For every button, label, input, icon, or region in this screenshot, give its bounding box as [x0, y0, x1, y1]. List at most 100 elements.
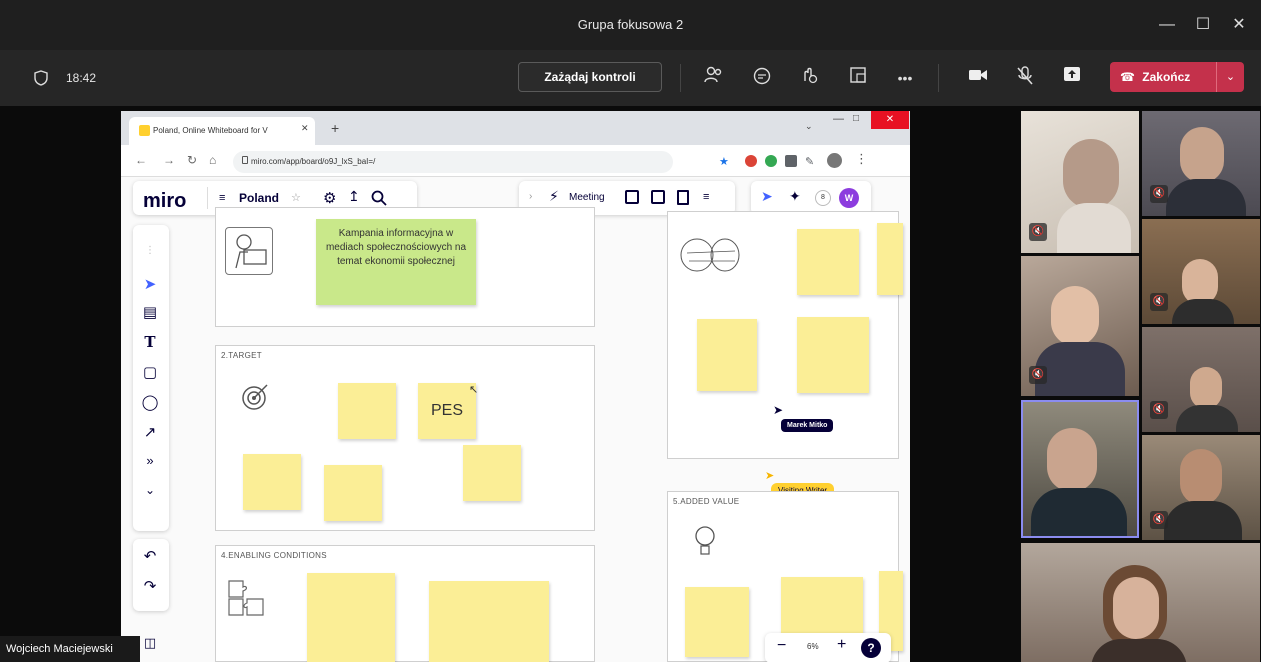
request-control-button[interactable]: Zażądaj kontroli	[518, 62, 662, 92]
home-icon[interactable]: ⌂	[209, 153, 216, 167]
sticky-note[interactable]	[243, 454, 301, 510]
export-upload-icon[interactable]: ↥	[348, 188, 360, 205]
bookmark-star-icon[interactable]: ★	[719, 155, 729, 168]
redo-icon[interactable]: ↷	[133, 577, 167, 595]
url-field[interactable]: miro.com/app/board/o9J_lxS_baI=/	[233, 151, 673, 173]
share-screen-icon[interactable]	[1060, 66, 1084, 90]
undo-icon[interactable]: ↶	[133, 547, 167, 565]
new-tab-icon[interactable]: +	[331, 120, 339, 136]
text-tool-icon[interactable]: T	[133, 333, 167, 351]
participant-video-tile[interactable]: 🔇	[1142, 327, 1260, 432]
chevron-down-icon: ⌄	[1225, 71, 1236, 83]
sticky-note-enabling[interactable]	[429, 581, 549, 662]
expand-chevron-icon[interactable]: ›	[529, 191, 532, 202]
browser-close-icon[interactable]: ✕	[871, 111, 909, 129]
reload-icon[interactable]: ↻	[187, 153, 197, 167]
participant-video-tile[interactable]: 🔇	[1142, 111, 1260, 216]
sticky-note-added-value[interactable]	[685, 587, 749, 657]
browser-menu-icon[interactable]: ⋮	[855, 151, 868, 167]
lightning-icon: ⚡	[549, 188, 559, 204]
back-icon[interactable]: ←	[135, 153, 147, 167]
sticky-note[interactable]	[463, 445, 521, 501]
extension-puzzle-icon[interactable]	[785, 155, 797, 167]
search-icon[interactable]	[371, 190, 387, 206]
board-name[interactable]: Poland	[239, 191, 279, 205]
participant-video-tile[interactable]: 🔇	[1021, 111, 1139, 253]
board-star-icon[interactable]: ☆	[291, 191, 301, 204]
minimize-icon[interactable]: —	[1150, 10, 1184, 40]
end-call-label: Zakończ	[1142, 70, 1191, 84]
lock-icon	[242, 156, 248, 164]
sticky-note[interactable]	[307, 573, 395, 662]
browser-maximize-icon[interactable]: □	[853, 113, 859, 124]
sticky-note[interactable]	[338, 383, 396, 439]
drag-handle-icon[interactable]: ⋮	[133, 245, 167, 256]
extensions-pin-icon[interactable]: ✎	[805, 155, 814, 168]
participant-video-tile-active[interactable]	[1021, 400, 1139, 538]
sticky-note-step-1[interactable]	[797, 229, 859, 295]
mic-off-icon: 🔇	[1150, 511, 1168, 529]
more-options-icon[interactable]: •••	[893, 66, 917, 90]
mic-muted-icon[interactable]	[1013, 66, 1037, 90]
zoom-in-button[interactable]: +	[837, 636, 846, 654]
settings-gear-icon[interactable]: ⚙	[323, 189, 336, 207]
participant-video-tile[interactable]: 🔇	[1021, 256, 1139, 396]
sticky-note-title[interactable]: Kampania informacyjna w mediach społeczn…	[316, 219, 476, 305]
connection-line-icon[interactable]: ↗	[133, 423, 167, 441]
board-menu-icon[interactable]: ≡	[219, 192, 225, 204]
forward-icon[interactable]: →	[163, 153, 175, 167]
sticky-note-step-5[interactable]	[697, 319, 757, 391]
participant-body	[1031, 488, 1127, 536]
help-icon[interactable]: ?	[861, 638, 881, 658]
participant-video-tile[interactable]	[1021, 543, 1260, 662]
participant-body	[1172, 299, 1234, 324]
participants-icon[interactable]	[702, 66, 726, 90]
templates-icon[interactable]: ▤	[133, 303, 167, 321]
pen-more-icon[interactable]: »	[133, 453, 167, 468]
reactions-icon[interactable]	[798, 66, 822, 90]
shapes-icon[interactable]: ◯	[133, 393, 167, 411]
end-call-dropdown[interactable]: ⌄	[1216, 62, 1244, 92]
sticky-note[interactable]	[877, 223, 903, 295]
window-title: Grupa fokusowa 2	[577, 17, 684, 32]
extension-green-icon[interactable]	[765, 155, 777, 167]
tab-close-icon[interactable]: ✕	[301, 123, 309, 134]
more-tools-icon[interactable]: ≡	[703, 191, 709, 203]
participant-face	[1190, 367, 1222, 409]
cursor-label-user1: Marek Mitko	[781, 419, 834, 432]
sticky-note-icon[interactable]: ▢	[133, 363, 167, 381]
apps-chevron-icon[interactable]: ⌄	[133, 483, 167, 497]
participant-body	[1166, 179, 1246, 216]
profile-avatar[interactable]	[827, 153, 842, 168]
sticky-note-step-6[interactable]	[797, 317, 869, 393]
cursor-follow-icon[interactable]: ➤	[761, 188, 773, 205]
meeting-label[interactable]: Meeting	[569, 192, 605, 203]
participants-counter[interactable]: 8	[815, 190, 831, 206]
frame-tool-icon[interactable]	[625, 190, 639, 204]
chat-icon[interactable]	[750, 66, 774, 90]
sticky-note[interactable]	[324, 465, 382, 521]
participant-video-tile[interactable]: 🔇	[1142, 435, 1260, 540]
notes-icon[interactable]	[677, 190, 689, 205]
zoom-level[interactable]: 6%	[807, 642, 819, 651]
participant-video-tile[interactable]: 🔇	[1142, 219, 1260, 324]
maximize-icon[interactable]: ☐	[1186, 10, 1220, 40]
teams-meeting-window: Grupa fokusowa 2 — ☐ ✕ 18:42 Zażądaj kon…	[0, 0, 1261, 662]
browser-tab[interactable]: Poland, Online Whiteboard for V	[129, 117, 315, 145]
select-arrow-icon[interactable]: ➤	[133, 275, 167, 293]
zoom-out-button[interactable]: −	[777, 637, 786, 655]
extension-red-icon[interactable]	[745, 155, 757, 167]
reactions-confetti-icon[interactable]: ✦	[789, 188, 801, 205]
close-icon[interactable]: ✕	[1222, 10, 1256, 40]
end-call-button[interactable]: ☎ Zakończ	[1110, 62, 1216, 92]
tab-search-icon[interactable]: ⌄	[805, 121, 813, 132]
megaphone-illustration-icon	[225, 227, 273, 275]
toolbar-divider	[680, 64, 681, 92]
browser-minimize-icon[interactable]: —	[833, 113, 844, 125]
breakout-rooms-icon[interactable]	[846, 66, 870, 90]
presentation-icon[interactable]	[651, 190, 665, 204]
user-avatar[interactable]: W	[839, 188, 859, 208]
phone-hangup-icon: ☎	[1120, 70, 1135, 84]
camera-icon[interactable]	[966, 66, 990, 90]
sticky-note-pes[interactable]: PES	[418, 383, 476, 439]
